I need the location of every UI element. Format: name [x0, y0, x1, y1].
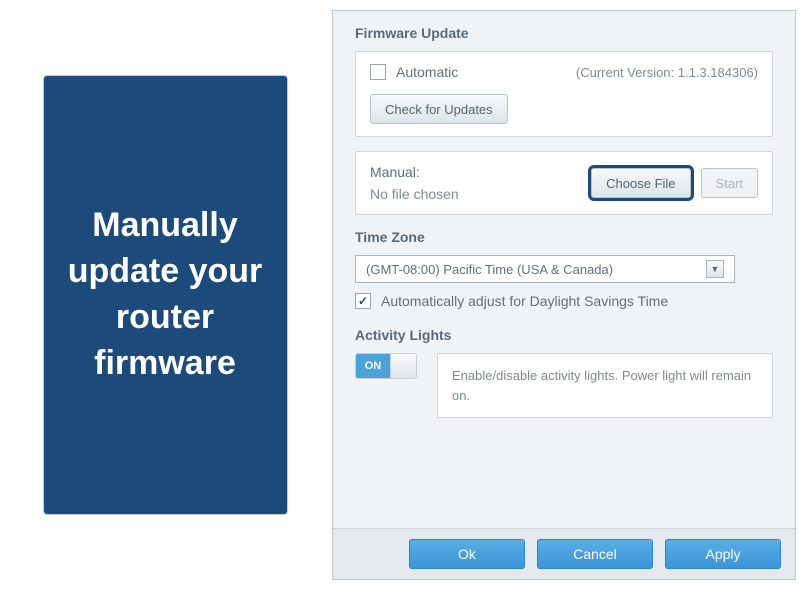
manual-label: Manual:	[370, 164, 459, 180]
dialog-footer: Ok Cancel Apply	[333, 528, 795, 579]
chevron-down-icon: ▼	[706, 260, 724, 278]
toggle-knob	[390, 354, 416, 378]
start-button: Start	[701, 168, 758, 198]
automatic-label: Automatic	[396, 64, 458, 80]
dst-label: Automatically adjust for Daylight Saving…	[381, 293, 668, 309]
toggle-on-label: ON	[356, 354, 390, 378]
ok-button[interactable]: Ok	[409, 539, 525, 569]
cancel-button[interactable]: Cancel	[537, 539, 653, 569]
promo-text: Manually update your router firmware	[64, 203, 267, 387]
activity-hint: Enable/disable activity lights. Power li…	[437, 353, 773, 418]
firmware-heading: Firmware Update	[355, 25, 773, 41]
automatic-checkbox[interactable]	[370, 64, 386, 80]
automatic-box: Automatic (Current Version: 1.1.3.184306…	[355, 51, 773, 137]
timezone-select[interactable]: (GMT-08:00) Pacific Time (USA & Canada) …	[355, 255, 735, 283]
choose-file-button[interactable]: Choose File	[591, 168, 690, 198]
activity-lights-toggle[interactable]: ON	[355, 353, 417, 379]
panel-body: Firmware Update Automatic (Current Versi…	[333, 11, 795, 528]
no-file-chosen: No file chosen	[370, 186, 459, 202]
current-version: (Current Version: 1.1.3.184306)	[576, 65, 758, 80]
dst-checkbox[interactable]	[355, 293, 371, 309]
check-updates-button[interactable]: Check for Updates	[370, 94, 508, 124]
timezone-heading: Time Zone	[355, 229, 773, 245]
timezone-selected: (GMT-08:00) Pacific Time (USA & Canada)	[366, 262, 706, 277]
promo-panel: Manually update your router firmware	[10, 10, 320, 580]
activity-heading: Activity Lights	[355, 327, 773, 343]
apply-button[interactable]: Apply	[665, 539, 781, 569]
settings-panel: Firmware Update Automatic (Current Versi…	[332, 10, 796, 580]
promo-card: Manually update your router firmware	[43, 75, 288, 515]
manual-box: Manual: No file chosen Choose File Start	[355, 151, 773, 215]
